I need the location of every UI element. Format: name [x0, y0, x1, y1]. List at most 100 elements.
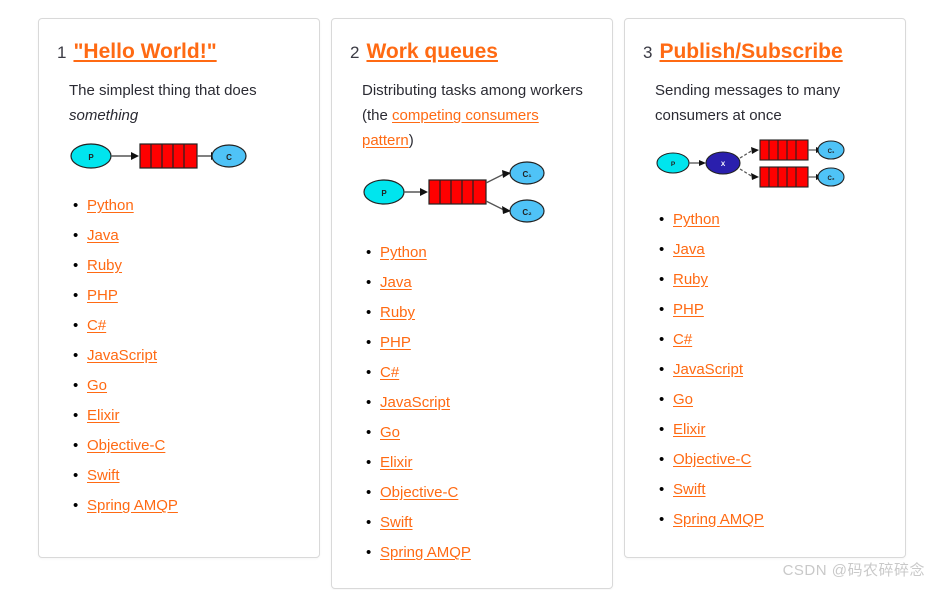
language-link-python[interactable]: Python	[673, 211, 720, 228]
list-item: Python	[659, 205, 887, 235]
language-link-csharp[interactable]: C#	[87, 317, 106, 334]
card-title-link[interactable]: Work queues	[366, 39, 497, 64]
list-item: Go	[659, 385, 887, 415]
card-description: Distributing tasks among workers (the co…	[362, 78, 594, 153]
arrow-exchange-to-queue-1	[739, 149, 754, 159]
list-item: Go	[366, 418, 594, 448]
language-list: Python Java Ruby PHP C# JavaScript Go El…	[362, 238, 594, 568]
list-item: C#	[659, 325, 887, 355]
language-link-csharp[interactable]: C#	[673, 331, 692, 348]
queue-box	[139, 143, 198, 169]
language-link-php[interactable]: PHP	[87, 287, 118, 304]
card-heading: 1 "Hello World!"	[57, 39, 301, 64]
list-item: Python	[73, 191, 301, 221]
arrow-queue-to-consumer-1	[485, 173, 505, 184]
language-link-java[interactable]: Java	[380, 274, 412, 291]
language-link-ruby[interactable]: Ruby	[87, 257, 122, 274]
list-item: JavaScript	[659, 355, 887, 385]
card-title-link[interactable]: Publish/Subscribe	[659, 39, 842, 64]
card-description: The simplest thing that does something	[69, 78, 301, 128]
list-item: Spring AMQP	[73, 491, 301, 521]
language-link-spring-amqp[interactable]: Spring AMQP	[673, 511, 764, 528]
language-link-go[interactable]: Go	[380, 424, 400, 441]
list-item: Swift	[366, 508, 594, 538]
language-link-csharp[interactable]: C#	[380, 364, 399, 381]
list-item: Ruby	[659, 265, 887, 295]
language-link-go[interactable]: Go	[673, 391, 693, 408]
tutorials-row: 1 "Hello World!" The simplest thing that…	[0, 0, 943, 590]
language-link-javascript[interactable]: JavaScript	[380, 394, 450, 411]
producer-label: P	[88, 153, 94, 162]
language-link-objective-c[interactable]: Objective-C	[87, 437, 165, 454]
list-item: Swift	[659, 475, 887, 505]
producer-queue-consumer-svg: P C	[70, 143, 247, 169]
queue-box-2	[759, 166, 809, 188]
card-number: 1	[57, 43, 67, 62]
language-link-elixir[interactable]: Elixir	[673, 421, 706, 438]
consumer-label-1: C₁	[828, 149, 835, 155]
arrowhead-to-queue-1	[751, 147, 759, 155]
list-item: Spring AMQP	[659, 505, 887, 535]
producer-label: P	[671, 161, 676, 168]
arrowhead-to-exchange	[699, 160, 706, 167]
list-item: Ruby	[366, 298, 594, 328]
tutorial-card-work-queues: 2 Work queues Distributing tasks among w…	[331, 18, 613, 590]
card-title-link[interactable]: "Hello World!"	[73, 39, 216, 64]
list-item: Swift	[73, 461, 301, 491]
language-link-ruby[interactable]: Ruby	[673, 271, 708, 288]
arrow-exchange-to-queue-2	[739, 168, 754, 178]
consumer-label-2: C₂	[522, 208, 532, 217]
language-link-javascript[interactable]: JavaScript	[673, 361, 743, 378]
language-link-go[interactable]: Go	[87, 377, 107, 394]
list-item: Ruby	[73, 251, 301, 281]
description-suffix: )	[408, 132, 414, 150]
card-body: Sending messages to many consumers at on…	[643, 78, 887, 535]
language-link-java[interactable]: Java	[87, 227, 119, 244]
list-item: Java	[659, 235, 887, 265]
language-link-python[interactable]: Python	[380, 244, 427, 261]
hello-world-diagram: P C	[69, 136, 301, 181]
queue-box	[428, 179, 487, 205]
language-link-ruby[interactable]: Ruby	[380, 304, 415, 321]
arrowhead-to-queue	[420, 188, 428, 197]
arrowhead-to-queue	[131, 152, 139, 161]
list-item: PHP	[73, 281, 301, 311]
csdn-watermark: CSDN @码农碎碎念	[782, 562, 925, 579]
publish-subscribe-diagram: P X C₁ C₂	[655, 136, 887, 195]
language-link-python[interactable]: Python	[87, 197, 134, 214]
arrowhead-to-queue-2	[751, 173, 759, 181]
language-link-swift[interactable]: Swift	[87, 467, 120, 484]
language-link-php[interactable]: PHP	[380, 334, 411, 351]
language-list: Python Java Ruby PHP C# JavaScript Go El…	[655, 205, 887, 535]
tutorial-card-publish-subscribe: 3 Publish/Subscribe Sending messages to …	[624, 18, 906, 558]
language-link-elixir[interactable]: Elixir	[380, 454, 413, 471]
language-link-spring-amqp[interactable]: Spring AMQP	[380, 544, 471, 561]
card-body: Distributing tasks among workers (the co…	[350, 78, 594, 568]
consumer-label-1: C₁	[522, 170, 532, 179]
queue-box-1	[759, 139, 809, 161]
card-heading: 3 Publish/Subscribe	[643, 39, 887, 64]
language-link-objective-c[interactable]: Objective-C	[673, 451, 751, 468]
list-item: Elixir	[366, 448, 594, 478]
tutorial-card-hello-world: 1 "Hello World!" The simplest thing that…	[38, 18, 320, 558]
language-link-java[interactable]: Java	[673, 241, 705, 258]
card-heading: 2 Work queues	[350, 39, 594, 64]
list-item: C#	[73, 311, 301, 341]
card-body: The simplest thing that does something P	[57, 78, 301, 521]
language-link-javascript[interactable]: JavaScript	[87, 347, 157, 364]
producer-label: P	[381, 189, 387, 198]
language-link-objective-c[interactable]: Objective-C	[380, 484, 458, 501]
language-link-swift[interactable]: Swift	[673, 481, 706, 498]
list-item: Python	[366, 238, 594, 268]
list-item: C#	[366, 358, 594, 388]
language-link-php[interactable]: PHP	[673, 301, 704, 318]
language-list: Python Java Ruby PHP C# JavaScript Go El…	[69, 191, 301, 521]
list-item: Objective-C	[366, 478, 594, 508]
language-link-elixir[interactable]: Elixir	[87, 407, 120, 424]
list-item: Go	[73, 371, 301, 401]
card-number: 3	[643, 43, 653, 62]
description-text: The simplest thing that does	[69, 82, 257, 100]
list-item: PHP	[366, 328, 594, 358]
language-link-spring-amqp[interactable]: Spring AMQP	[87, 497, 178, 514]
language-link-swift[interactable]: Swift	[380, 514, 413, 531]
